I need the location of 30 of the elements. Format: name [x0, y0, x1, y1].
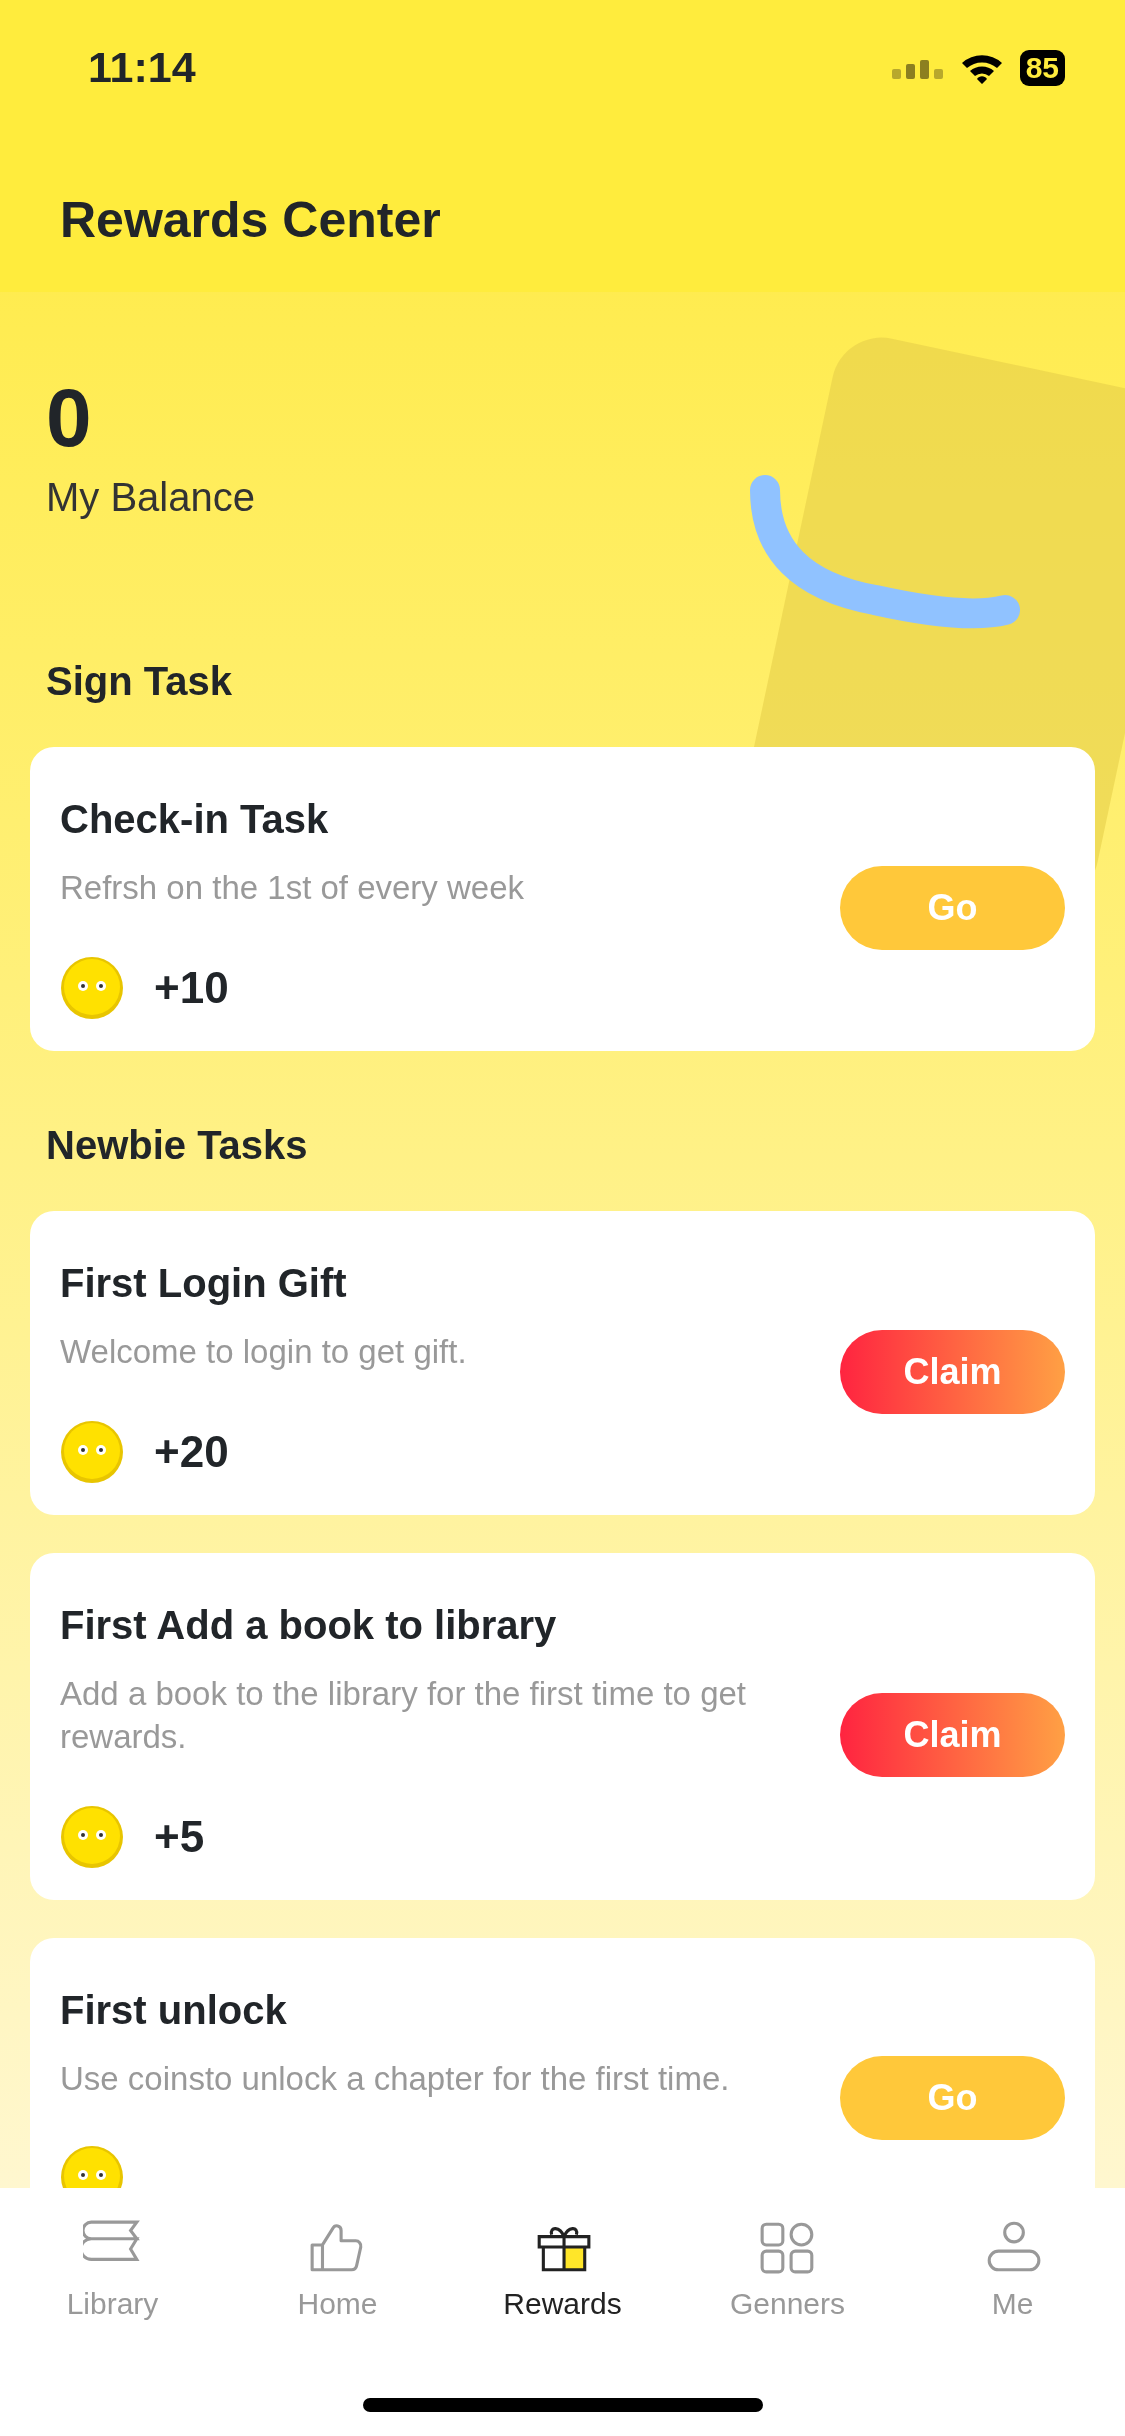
reward-amount: +5 [154, 1810, 205, 1863]
tab-item[interactable]: Rewards [462, 2218, 663, 2327]
tab-item[interactable]: Library [12, 2218, 213, 2327]
task-description: Add a book to the library for the first time to get rewards. [60, 1673, 747, 1757]
tab-item[interactable]: Home [237, 2218, 438, 2327]
claim-button[interactable]: Claim [840, 1329, 1065, 1414]
section-title: Sign Task [45, 658, 233, 705]
status-time: 11:14 [88, 42, 196, 94]
tab-item[interactable]: Genners [687, 2218, 888, 2327]
balance-amount: 0 [46, 377, 93, 459]
task-description: Refrsh on the 1st of every week [60, 868, 526, 908]
coin-icon [60, 955, 124, 1020]
claim-button[interactable]: Claim [840, 1693, 1065, 1778]
reward-amount: +20 [154, 1425, 229, 1478]
go-button[interactable]: Go [840, 2055, 1065, 2140]
task-title: First Add a book to library [60, 1601, 558, 1649]
balance-label: My Balance [46, 474, 256, 521]
reward-amount: +10 [154, 961, 229, 1014]
section-title: Newbie Tasks [45, 1121, 309, 1169]
task-title: Check-in Task [60, 796, 330, 843]
battery-level: 85 [1019, 49, 1065, 86]
task-description: Use coinsto unlock a chapter for the first time. [60, 2058, 731, 2099]
task-description: Welcome to login to get gift. [60, 1331, 468, 1372]
task-title: First unlock [60, 1986, 288, 2034]
coin-icon [60, 1804, 124, 1869]
task-title: First Login Gift [60, 1259, 348, 1307]
page-title: Rewards Center [60, 191, 442, 250]
coin-icon [60, 1419, 124, 1484]
tab-item[interactable]: Me [912, 2218, 1113, 2327]
go-button[interactable]: Go [840, 865, 1065, 950]
